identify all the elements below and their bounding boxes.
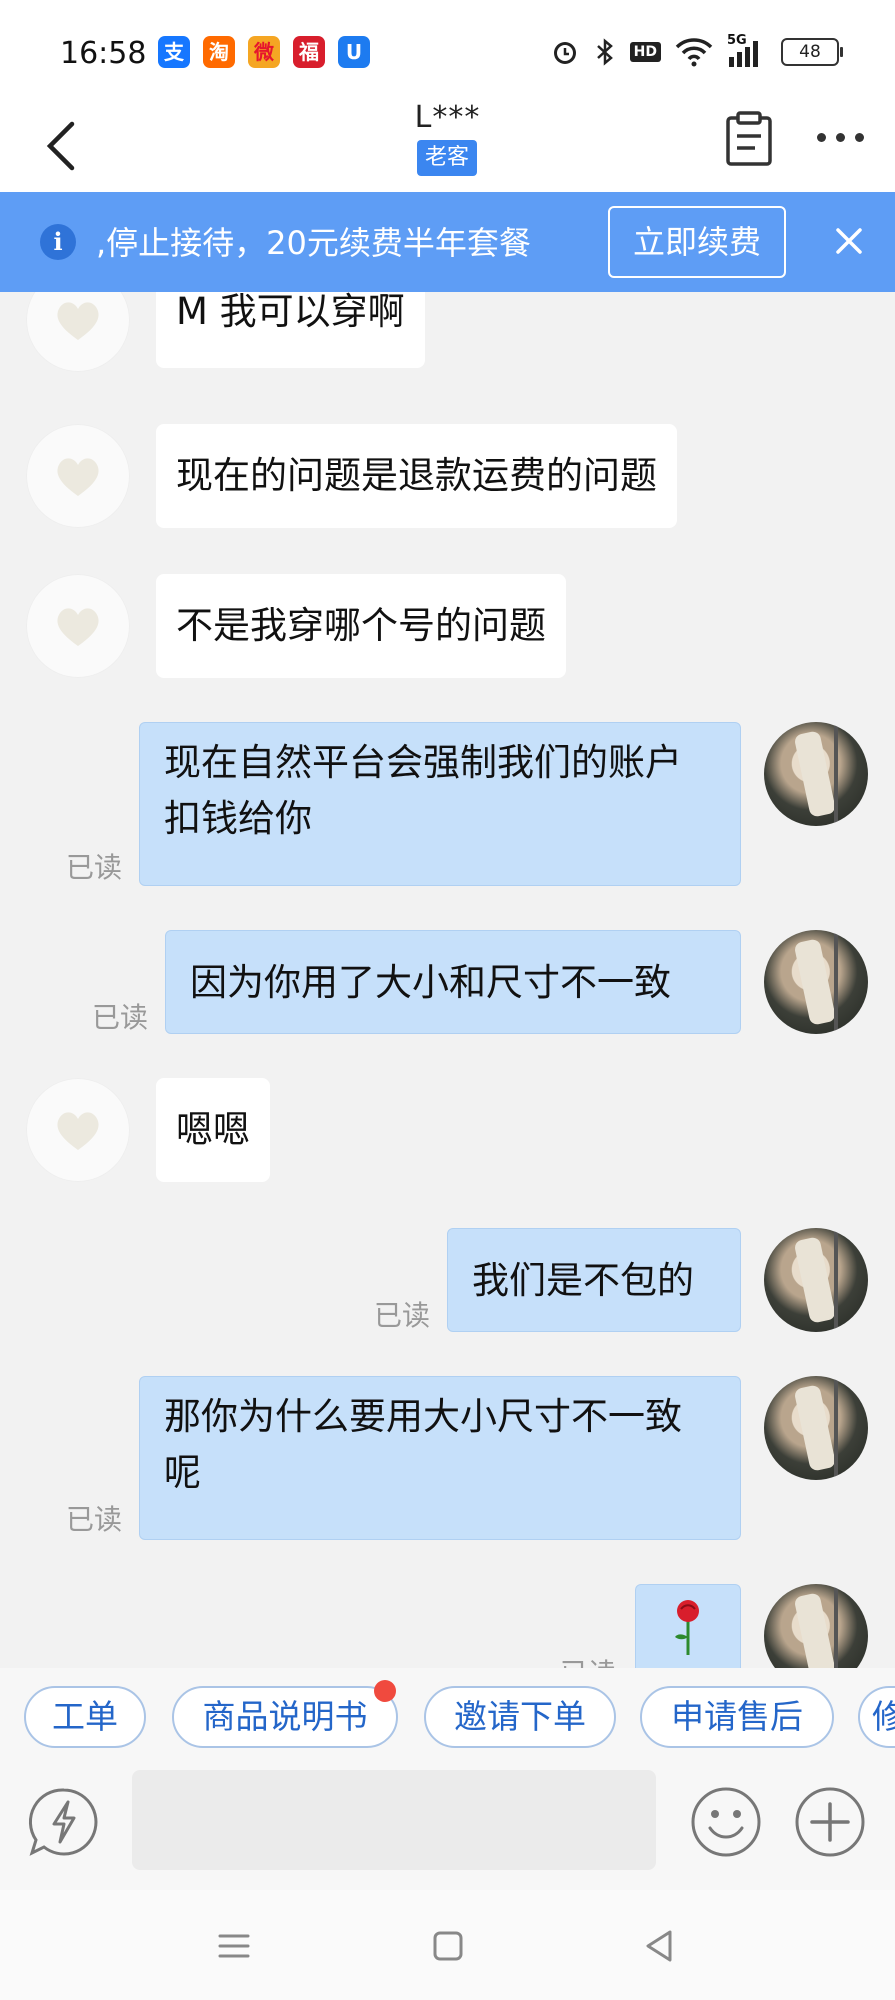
system-icons: HD 5G 48 xyxy=(550,33,843,68)
heart-icon xyxy=(57,458,99,496)
app-blue-icon: U xyxy=(338,36,370,68)
work-order-chip[interactable]: 工单 xyxy=(24,1686,146,1748)
customer-avatar[interactable] xyxy=(26,574,130,678)
read-status: 已读 xyxy=(560,1652,616,1668)
status-bar: 16:58 支 淘 微 福 U HD 5G 48 xyxy=(0,0,895,100)
system-navigation-bar xyxy=(0,1890,895,2000)
battery-icon: 48 xyxy=(781,38,843,66)
read-status: 已读 xyxy=(92,1001,149,1034)
more-chip[interactable]: 修 xyxy=(858,1686,895,1748)
customer-tag: 老客 xyxy=(417,140,477,176)
notification-dot xyxy=(374,1680,396,1702)
heart-icon xyxy=(57,302,99,340)
renew-now-button[interactable]: 立即续费 xyxy=(608,206,786,278)
status-time: 16:58 xyxy=(60,36,147,71)
more-options-icon[interactable] xyxy=(810,122,870,152)
message-bubble-outgoing[interactable]: 因为你用了大小和尺寸不一致 xyxy=(165,930,741,1034)
plus-icon[interactable] xyxy=(792,1784,868,1860)
message-bubble-outgoing[interactable]: 我们是不包的 xyxy=(447,1228,741,1332)
message-bubble-incoming[interactable]: 现在的问题是退款运费的问题 xyxy=(156,424,677,528)
emoji-icon[interactable] xyxy=(688,1784,764,1860)
quick-actions-bar: 工单 商品说明书 邀请下单 申请售后 修 xyxy=(0,1668,895,1770)
message-bubble-outgoing[interactable]: 那你为什么要用大小尺寸不一致呢 xyxy=(139,1376,741,1540)
heart-icon xyxy=(57,608,99,646)
menu-icon[interactable] xyxy=(214,1926,254,1966)
seller-avatar[interactable] xyxy=(764,722,868,826)
invite-order-chip[interactable]: 邀请下单 xyxy=(424,1686,616,1748)
home-icon[interactable] xyxy=(428,1926,468,1966)
customer-avatar[interactable] xyxy=(26,292,130,372)
message-bubble-incoming[interactable]: 嗯嗯 xyxy=(156,1078,270,1182)
read-status: 已读 xyxy=(374,1299,431,1332)
quick-reply-lightning-icon[interactable] xyxy=(26,1784,102,1860)
info-icon: i xyxy=(40,224,76,260)
title-bar: L*** 老客 xyxy=(0,100,895,192)
read-status: 已读 xyxy=(66,1503,123,1536)
message-bubble-incoming[interactable]: 不是我穿哪个号的问题 xyxy=(156,574,566,678)
input-bar xyxy=(0,1770,895,1890)
message-list[interactable]: M 我可以穿啊 现在的问题是退款运费的问题 不是我穿哪个号的问题 已读 现在自然… xyxy=(0,292,895,1668)
customer-avatar[interactable] xyxy=(26,1078,130,1182)
close-icon[interactable] xyxy=(822,214,876,268)
back-triangle-icon[interactable] xyxy=(640,1926,680,1966)
alipay-icon: 支 xyxy=(158,36,190,68)
app-red-icon: 福 xyxy=(293,36,325,68)
cellular-signal-icon: 5G xyxy=(727,33,767,67)
message-bubble-incoming[interactable]: M 我可以穿啊 xyxy=(156,292,425,368)
customer-avatar[interactable] xyxy=(26,424,130,528)
heart-icon xyxy=(57,1112,99,1150)
banner-text: ,停止接待，20元续费半年套餐 xyxy=(96,224,531,262)
after-sales-chip[interactable]: 申请售后 xyxy=(640,1686,834,1748)
taobao-icon: 淘 xyxy=(203,36,235,68)
seller-avatar[interactable] xyxy=(764,1584,868,1668)
weibo-icon: 微 xyxy=(248,36,280,68)
seller-avatar[interactable] xyxy=(764,1376,868,1480)
seller-avatar[interactable] xyxy=(764,930,868,1034)
hd-icon: HD xyxy=(629,42,661,62)
rose-icon xyxy=(675,1600,699,1655)
alarm-icon xyxy=(553,42,576,64)
seller-avatar[interactable] xyxy=(764,1228,868,1332)
product-manual-chip[interactable]: 商品说明书 xyxy=(172,1686,398,1748)
order-clipboard-icon[interactable] xyxy=(720,108,780,168)
read-status: 已读 xyxy=(66,851,123,884)
message-input[interactable] xyxy=(132,1770,656,1870)
bluetooth-icon xyxy=(596,38,613,66)
message-bubble-outgoing[interactable]: 现在自然平台会强制我们的账户扣钱给你 xyxy=(139,722,741,886)
wifi-icon xyxy=(675,38,713,67)
rose-emoji-message[interactable] xyxy=(635,1584,741,1668)
renewal-notice-banner: i ,停止接待，20元续费半年套餐 立即续费 xyxy=(0,192,895,292)
